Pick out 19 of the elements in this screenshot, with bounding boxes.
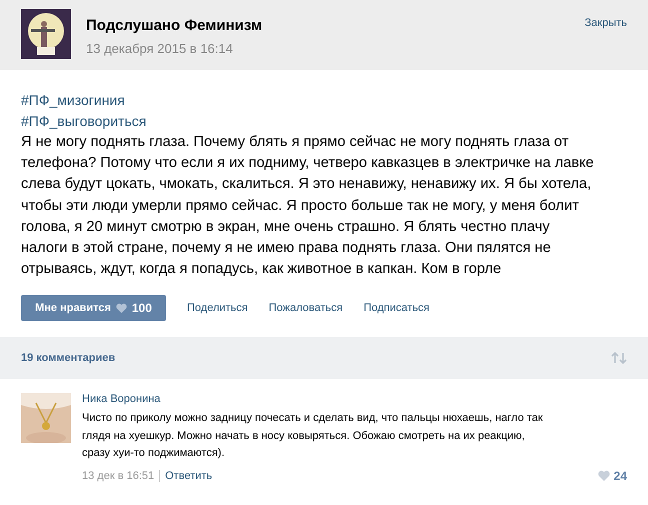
comment-text: Чисто по приколу можно задницу почесать и сделать вид, что пальцы нюхаешь, нагло так глядя на хуешкур. Можно начать в носу ковыряться. Обожаю смотреть на их реакцию, сразу хуи-то поджимаются).	[82, 411, 544, 462]
like-button[interactable]: Мне нравится 100	[21, 295, 166, 322]
like-count[interactable]: 24	[598, 468, 627, 483]
action-link[interactable]: Подписаться	[364, 302, 430, 314]
author-name[interactable]: Подслушано Феминизм	[86, 17, 570, 34]
post-text: Я не могу поднять глаза. Почему блять я прямо сейчас не могу поднять глаза от телефона? Потому что если я их подниму, четверо кавказцев в электричке на лавке слева будут цокать, чмокать, скалиться. Я это ненавижу, ненавижу их. Я бы хотела, чтобы эти люди умерли прямо сейчас. Я просто больше так не могу, у меня болит голова, я 20 минут смотрю в экран, мне очень страшно. Я блять честно плачу налоги в этой стране, почему я не имею права поднять глаза. Они пялятся не отрываясь, ждут, когда я попадусь, как животное в капкан. Ком в горле	[21, 133, 595, 280]
hashtag-link[interactable]: #ПФ_мизогиния	[21, 90, 125, 111]
post-date: 13 декабря 2015 в 16:14	[86, 41, 234, 56]
comment-date: 13 дек в 16:51	[82, 470, 154, 482]
heart-icon	[598, 470, 610, 482]
action-link[interactable]: Пожаловаться	[268, 302, 343, 314]
hashtag-link[interactable]: #ПФ_выговориться	[21, 111, 146, 132]
action-link[interactable]: Поделиться	[187, 302, 248, 314]
close-link[interactable]: Закрыть	[584, 9, 627, 29]
sort-icon[interactable]	[611, 352, 627, 364]
commenter-name[interactable]: Ника Воронина	[82, 393, 627, 406]
comments-count: 19 комментариев	[21, 352, 116, 364]
reply-link[interactable]: Ответить	[159, 470, 212, 482]
heart-icon	[116, 303, 127, 314]
